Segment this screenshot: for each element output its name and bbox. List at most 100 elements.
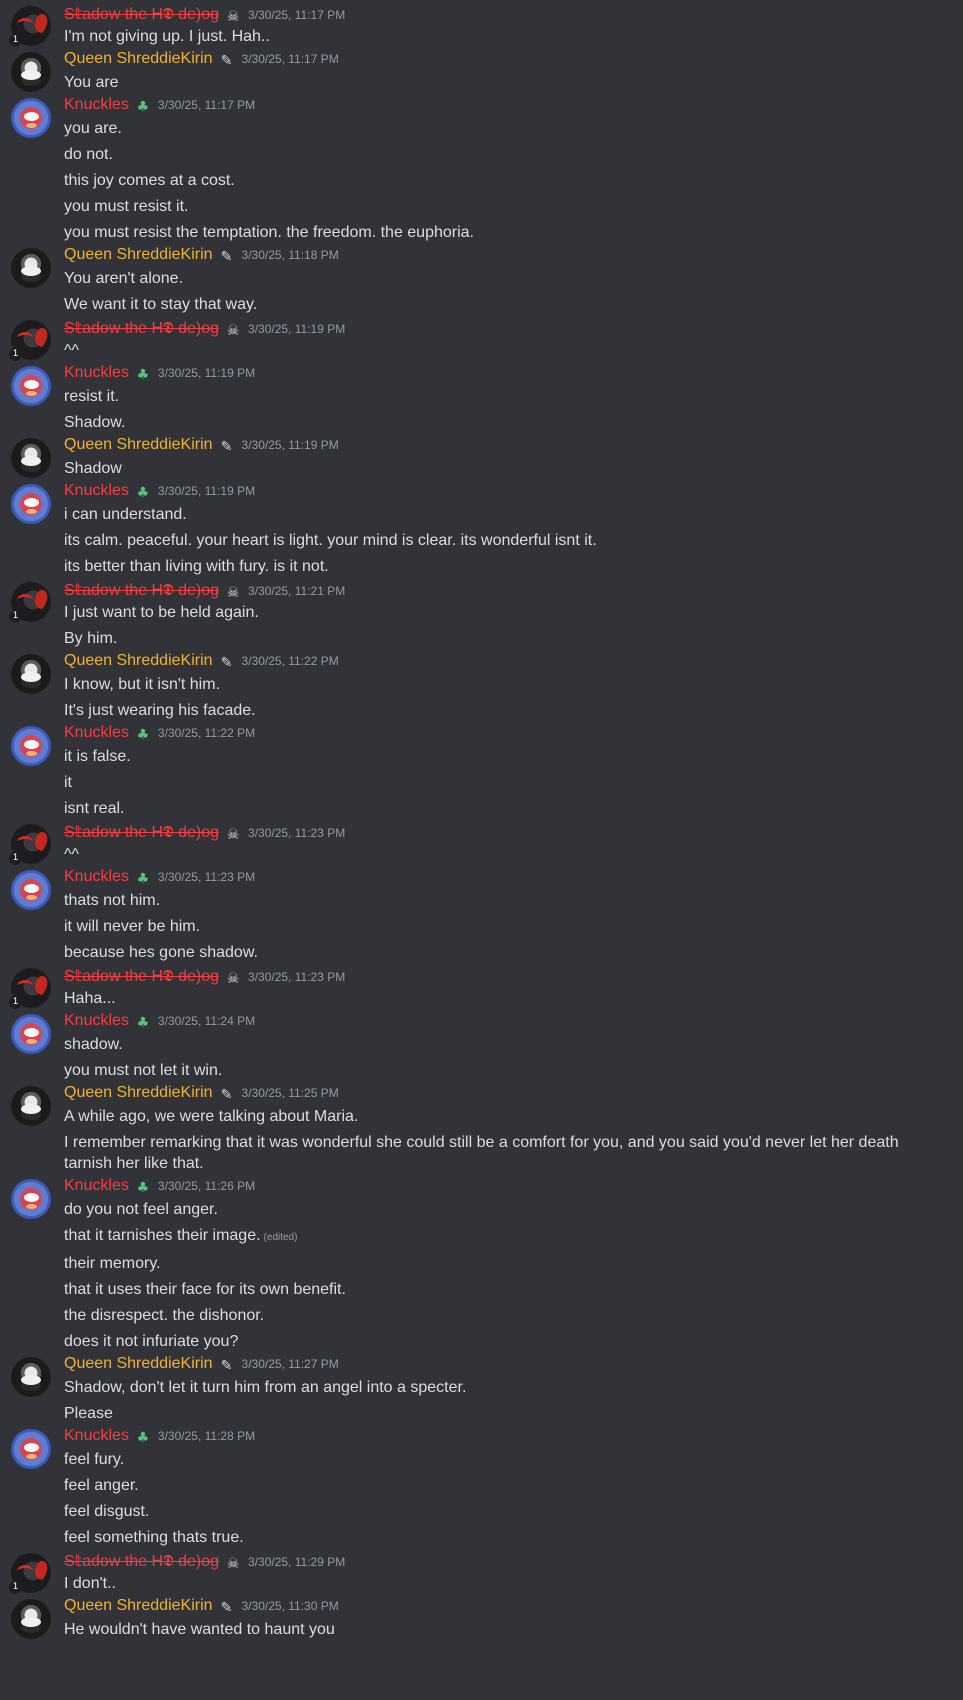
message-line: it will never be him.: [64, 916, 945, 937]
message-timestamp[interactable]: 3/30/25, 11:23 PM: [158, 870, 255, 884]
clover-icon[interactable]: ♣: [134, 99, 152, 115]
message-group: Knuckles ♣ 3/30/25, 11:24 PM shadow. you mus…: [0, 1012, 963, 1081]
avatar[interactable]: [11, 438, 51, 478]
username[interactable]: Queen ShreddieKirin: [64, 1597, 213, 1615]
message-timestamp[interactable]: 3/30/25, 11:19 PM: [158, 484, 255, 498]
clover-icon[interactable]: ♣: [134, 727, 152, 743]
clover-icon[interactable]: ♣: [134, 1015, 152, 1031]
username[interactable]: S𝕥adow the H𝕯 de)og: [64, 4, 219, 24]
message-timestamp[interactable]: 3/30/25, 11:28 PM: [158, 1429, 255, 1443]
message-line: thats not him.: [64, 890, 945, 911]
skull-icon[interactable]: ☠: [224, 323, 242, 339]
avatar[interactable]: [11, 98, 51, 138]
avatar[interactable]: [11, 726, 51, 766]
message-line: its calm. peaceful. your heart is light.…: [64, 530, 945, 551]
skull-icon[interactable]: ☠: [224, 1556, 242, 1572]
message-line: that it tarnishes their image. (edited): [64, 1225, 945, 1248]
username[interactable]: Queen ShreddieKirin: [64, 1355, 213, 1373]
message-header: Knuckles ♣ 3/30/25, 11:22 PM: [64, 724, 945, 746]
username[interactable]: Knuckles: [64, 482, 129, 500]
message-header: Queen ShreddieKirin ✎ 3/30/25, 11:22 PM: [64, 652, 945, 674]
avatar[interactable]: [11, 1599, 51, 1639]
avatar[interactable]: [11, 870, 51, 910]
avatar[interactable]: [11, 1429, 51, 1469]
message-timestamp[interactable]: 3/30/25, 11:17 PM: [242, 52, 339, 66]
message-group: Queen ShreddieKirin ✎ 3/30/25, 11:17 PM You…: [0, 50, 963, 93]
avatar[interactable]: [11, 52, 51, 92]
message-timestamp[interactable]: 3/30/25, 11:26 PM: [158, 1179, 255, 1193]
avatar[interactable]: [11, 248, 51, 288]
username[interactable]: Knuckles: [64, 96, 129, 114]
message-timestamp[interactable]: 3/30/25, 11:23 PM: [248, 826, 345, 840]
username[interactable]: S𝕥adow the H𝕯 de)og: [64, 1551, 219, 1571]
username[interactable]: Knuckles: [64, 1177, 129, 1195]
message-timestamp[interactable]: 3/30/25, 11:22 PM: [158, 726, 255, 740]
username[interactable]: S𝕥adow the H𝕯 de)og: [64, 966, 219, 986]
paintbrush-icon[interactable]: ✎: [218, 1087, 236, 1103]
message-group: Knuckles ♣ 3/30/25, 11:23 PM thats not him.…: [0, 868, 963, 963]
username[interactable]: S𝕥adow the H𝕯 de)og: [64, 318, 219, 338]
message-timestamp[interactable]: 3/30/25, 11:17 PM: [248, 8, 345, 22]
paintbrush-icon[interactable]: ✎: [218, 655, 236, 671]
username[interactable]: Queen ShreddieKirin: [64, 246, 213, 264]
message-timestamp[interactable]: 3/30/25, 11:19 PM: [158, 366, 255, 380]
message-timestamp[interactable]: 3/30/25, 11:19 PM: [248, 322, 345, 336]
paintbrush-icon[interactable]: ✎: [218, 53, 236, 69]
message-header: S𝕥adow the H𝕯 de)og ☠ 3/30/25, 11:17 PM: [64, 4, 945, 26]
message-timestamp[interactable]: 3/30/25, 11:21 PM: [248, 584, 345, 598]
message-timestamp[interactable]: 3/30/25, 11:30 PM: [242, 1599, 339, 1613]
paintbrush-icon[interactable]: ✎: [218, 439, 236, 455]
clover-icon[interactable]: ♣: [134, 871, 152, 887]
message-header: S𝕥adow the H𝕯 de)og ☠ 3/30/25, 11:23 PM: [64, 966, 945, 988]
message-timestamp[interactable]: 3/30/25, 11:23 PM: [248, 970, 345, 984]
username[interactable]: Queen ShreddieKirin: [64, 436, 213, 454]
skull-icon[interactable]: ☠: [224, 585, 242, 601]
message-line: feel something thats true.: [64, 1527, 945, 1548]
message-header: Queen ShreddieKirin ✎ 3/30/25, 11:18 PM: [64, 246, 945, 268]
username[interactable]: Knuckles: [64, 868, 129, 886]
clover-icon[interactable]: ♣: [134, 1430, 152, 1446]
avatar[interactable]: [11, 484, 51, 524]
message-header: S𝕥adow the H𝕯 de)og ☠ 3/30/25, 11:21 PM: [64, 580, 945, 602]
message-line: do not.: [64, 144, 945, 165]
message-timestamp[interactable]: 3/30/25, 11:24 PM: [158, 1014, 255, 1028]
message-timestamp[interactable]: 3/30/25, 11:27 PM: [242, 1357, 339, 1371]
username[interactable]: Knuckles: [64, 364, 129, 382]
message-timestamp[interactable]: 3/30/25, 11:22 PM: [242, 654, 339, 668]
message-timestamp[interactable]: 3/30/25, 11:29 PM: [248, 1555, 345, 1569]
username[interactable]: Knuckles: [64, 1012, 129, 1030]
username[interactable]: S𝕥adow the H𝕯 de)og: [64, 822, 219, 842]
avatar[interactable]: [11, 1086, 51, 1126]
message-text: do not.: [64, 146, 113, 163]
paintbrush-icon[interactable]: ✎: [218, 1358, 236, 1374]
clover-icon[interactable]: ♣: [134, 1180, 152, 1196]
message-line: you must resist the temptation. the free…: [64, 222, 945, 243]
message-text: you are.: [64, 120, 122, 137]
avatar[interactable]: [11, 1179, 51, 1219]
skull-icon[interactable]: ☠: [224, 971, 242, 987]
username[interactable]: Queen ShreddieKirin: [64, 652, 213, 670]
message-group: 1 S𝕥adow the H𝕯 de)og ☠ 3/30/25, 11:19 PM ^^: [0, 318, 963, 361]
message-timestamp[interactable]: 3/30/25, 11:17 PM: [158, 98, 255, 112]
paintbrush-icon[interactable]: ✎: [218, 249, 236, 265]
avatar[interactable]: [11, 1014, 51, 1054]
avatar[interactable]: [11, 366, 51, 406]
clover-icon[interactable]: ♣: [134, 485, 152, 501]
username[interactable]: Knuckles: [64, 724, 129, 742]
message-text: this joy comes at a cost.: [64, 172, 235, 189]
message-timestamp[interactable]: 3/30/25, 11:19 PM: [242, 438, 339, 452]
username[interactable]: Queen ShreddieKirin: [64, 1084, 213, 1102]
skull-icon[interactable]: ☠: [224, 827, 242, 843]
message-text: shadow.: [64, 1036, 123, 1053]
avatar[interactable]: [11, 654, 51, 694]
username[interactable]: Queen ShreddieKirin: [64, 50, 213, 68]
message-text: that it tarnishes their image.: [64, 1227, 261, 1244]
username[interactable]: S𝕥adow the H𝕯 de)og: [64, 580, 219, 600]
clover-icon[interactable]: ♣: [134, 367, 152, 383]
message-timestamp[interactable]: 3/30/25, 11:18 PM: [242, 248, 339, 262]
paintbrush-icon[interactable]: ✎: [218, 1600, 236, 1616]
username[interactable]: Knuckles: [64, 1427, 129, 1445]
message-timestamp[interactable]: 3/30/25, 11:25 PM: [242, 1086, 339, 1100]
skull-icon[interactable]: ☠: [224, 9, 242, 25]
avatar[interactable]: [11, 1357, 51, 1397]
